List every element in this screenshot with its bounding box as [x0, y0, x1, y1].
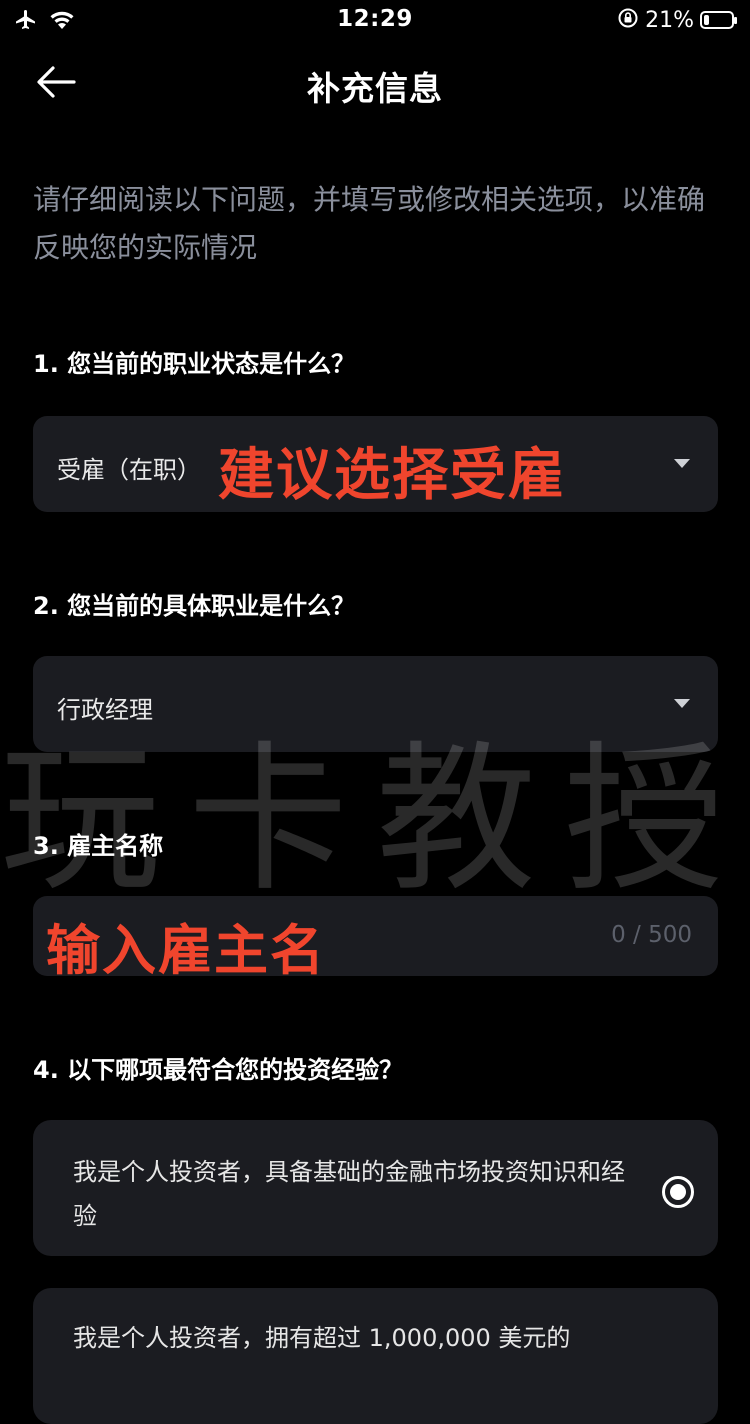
employer-name-input[interactable]: [53, 906, 597, 968]
status-right: 21%: [617, 7, 737, 33]
question-1-label: 1. 您当前的职业状态是什么？: [33, 350, 356, 378]
employment-status-select[interactable]: 受雇（在职）: [33, 416, 718, 512]
question-3-label: 3. 雇主名称: [33, 832, 164, 860]
option-2-text: 我是个人投资者，拥有超过 1,000,000 美元的: [73, 1324, 571, 1352]
battery-icon: [700, 11, 737, 29]
radio-dot: [670, 1184, 686, 1200]
page-title: 补充信息: [307, 69, 443, 108]
battery-percent: 21%: [645, 7, 694, 33]
char-counter: 0 / 500: [611, 922, 692, 948]
nav-bar: 补充信息: [0, 44, 750, 124]
occupation-select[interactable]: 行政经理: [33, 656, 718, 752]
employer-name-box: 0 / 500: [33, 896, 718, 976]
status-bar: 12:29 21%: [0, 0, 750, 40]
caret-down-icon: [674, 699, 690, 708]
caret-down-icon: [674, 459, 690, 468]
radio-selected-icon[interactable]: [662, 1176, 694, 1208]
employment-status-value: 受雇（在职）: [57, 456, 201, 484]
intro-text: 请仔细阅读以下问题，并填写或修改相关选项，以准确反映您的实际情况: [33, 183, 706, 264]
occupation-value: 行政经理: [57, 696, 153, 724]
orientation-lock-icon: [617, 7, 639, 33]
investment-experience-option-1[interactable]: 我是个人投资者，具备基础的金融市场投资知识和经验: [33, 1120, 718, 1256]
question-2-label: 2. 您当前的具体职业是什么？: [33, 592, 356, 620]
option-1-text: 我是个人投资者，具备基础的金融市场投资知识和经验: [73, 1158, 625, 1230]
investment-experience-option-2[interactable]: 我是个人投资者，拥有超过 1,000,000 美元的: [33, 1288, 718, 1424]
battery-level: [704, 15, 709, 25]
question-4-label: 4. 以下哪项最符合您的投资经验？: [33, 1056, 404, 1084]
